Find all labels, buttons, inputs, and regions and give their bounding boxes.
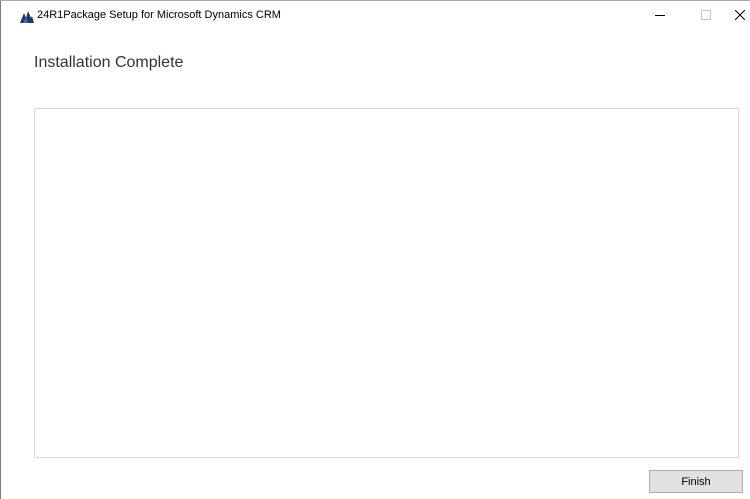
dynamics-crm-logo-icon — [20, 10, 34, 23]
setup-window: 24R1Package Setup for Microsoft Dynamics… — [0, 0, 750, 499]
close-icon — [734, 7, 746, 25]
content-panel — [34, 108, 739, 458]
page-heading: Installation Complete — [34, 54, 184, 71]
close-button[interactable] — [717, 1, 750, 31]
window-title: 24R1Package Setup for Microsoft Dynamics… — [37, 9, 281, 21]
finish-button[interactable]: Finish — [649, 470, 743, 493]
title-bar[interactable]: 24R1Package Setup for Microsoft Dynamics… — [1, 1, 750, 31]
minimize-icon — [655, 7, 665, 25]
maximize-icon — [701, 7, 711, 25]
minimize-button[interactable] — [637, 1, 683, 31]
